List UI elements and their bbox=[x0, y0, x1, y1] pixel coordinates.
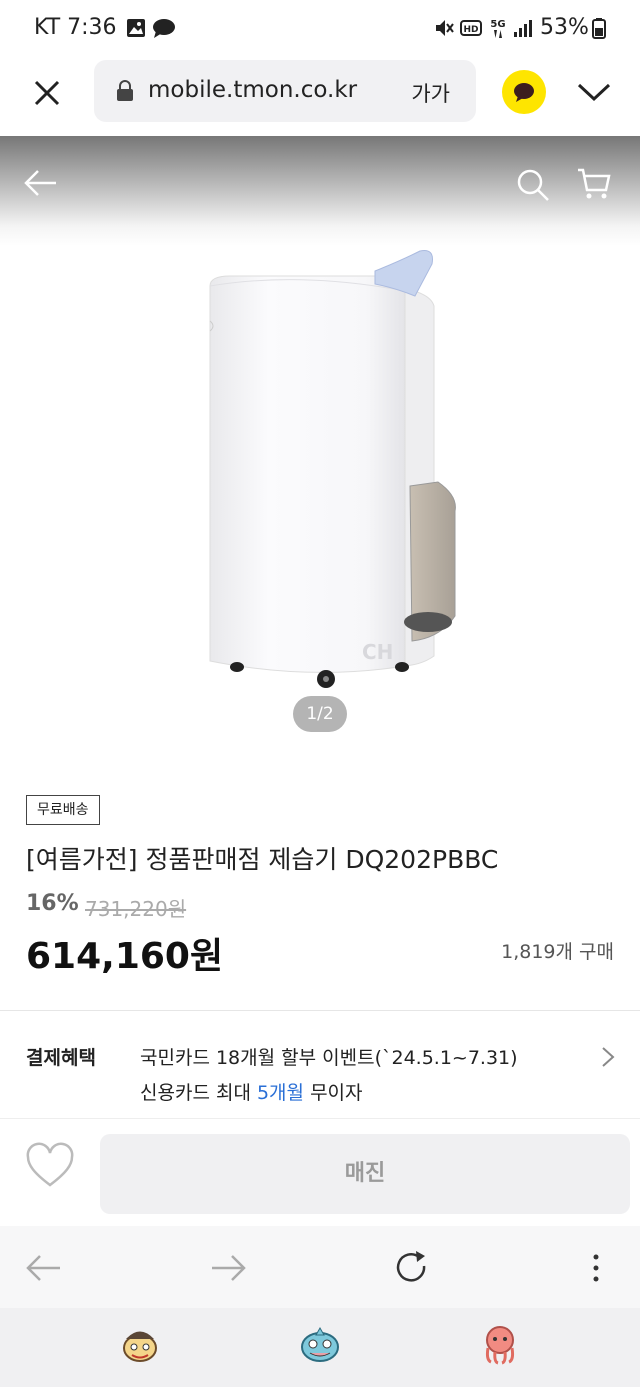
product-image-carousel[interactable]: CH 1/2 bbox=[0, 136, 640, 756]
nav-forward-icon[interactable] bbox=[208, 1248, 248, 1288]
soldout-button[interactable]: 매진 bbox=[100, 1134, 630, 1214]
hd-icon: HD bbox=[460, 20, 482, 36]
benefit-highlight: 5개월 bbox=[256, 1082, 305, 1104]
original-price: 731,220원 bbox=[85, 897, 187, 921]
url-text[interactable]: mobile.tmon.co.kr bbox=[148, 77, 357, 103]
character-octopus-icon[interactable] bbox=[478, 1322, 522, 1366]
character-fish-icon[interactable] bbox=[298, 1322, 342, 1366]
talk-bubble-icon bbox=[514, 83, 534, 102]
browser-toolbar: mobile.tmon.co.kr 가가 bbox=[0, 56, 640, 136]
purchase-count: 1,819개 구매 bbox=[501, 941, 614, 963]
heart-icon[interactable] bbox=[24, 1141, 76, 1193]
divider bbox=[0, 1010, 640, 1011]
back-arrow-icon[interactable] bbox=[24, 168, 58, 198]
browser-navigation-bar bbox=[0, 1226, 640, 1308]
chat-bubble-icon bbox=[153, 19, 175, 38]
sale-price: 614,160원 bbox=[26, 936, 224, 977]
cart-icon[interactable] bbox=[576, 166, 612, 202]
image-pager: 1/2 bbox=[293, 696, 347, 732]
mute-icon bbox=[436, 20, 454, 36]
character-hat-icon[interactable] bbox=[118, 1322, 162, 1366]
address-bar[interactable]: mobile.tmon.co.kr 가가 bbox=[94, 60, 476, 122]
benefit-line-card-installment: 국민카드 18개월 할부 이벤트(`24.5.1~7.31) bbox=[140, 1047, 518, 1069]
discount-rate: 16% bbox=[26, 891, 79, 916]
status-bar: KT 7:36 HD 5G 53% bbox=[0, 0, 640, 56]
chevron-right-icon[interactable] bbox=[600, 1046, 616, 1068]
product-title: [여름가전] 정품판매점 제습기 DQ202PBBC bbox=[26, 845, 499, 874]
character-tray bbox=[0, 1308, 640, 1387]
payment-benefit-heading: 결제혜택 bbox=[26, 1047, 96, 1069]
close-icon[interactable] bbox=[32, 78, 62, 108]
benefit-line-interest-free: 신용카드 최대 5개월 무이자 bbox=[140, 1082, 363, 1104]
battery-percent: 53% bbox=[540, 15, 589, 40]
5g-icon: 5G bbox=[490, 19, 506, 38]
battery-icon bbox=[592, 18, 606, 39]
more-menu-icon[interactable] bbox=[576, 1248, 616, 1288]
lock-icon bbox=[117, 80, 133, 101]
product-photo bbox=[209, 250, 456, 688]
chevron-down-icon[interactable] bbox=[576, 80, 612, 104]
svg-text:HD: HD bbox=[463, 25, 478, 35]
carrier-time: KT 7:36 bbox=[34, 15, 117, 40]
nav-back-icon[interactable] bbox=[24, 1248, 64, 1288]
reload-icon[interactable] bbox=[392, 1248, 432, 1288]
search-icon[interactable] bbox=[516, 168, 550, 202]
watermark: CH bbox=[362, 640, 394, 664]
text-size-button[interactable]: 가가 bbox=[411, 78, 450, 108]
signal-icon bbox=[514, 20, 532, 37]
kakaotalk-button[interactable] bbox=[502, 70, 546, 114]
purchase-bar: 매진 bbox=[0, 1118, 640, 1227]
svg-text:5G: 5G bbox=[490, 19, 505, 30]
gallery-icon bbox=[127, 19, 145, 37]
free-shipping-badge: 무료배송 bbox=[26, 795, 100, 825]
